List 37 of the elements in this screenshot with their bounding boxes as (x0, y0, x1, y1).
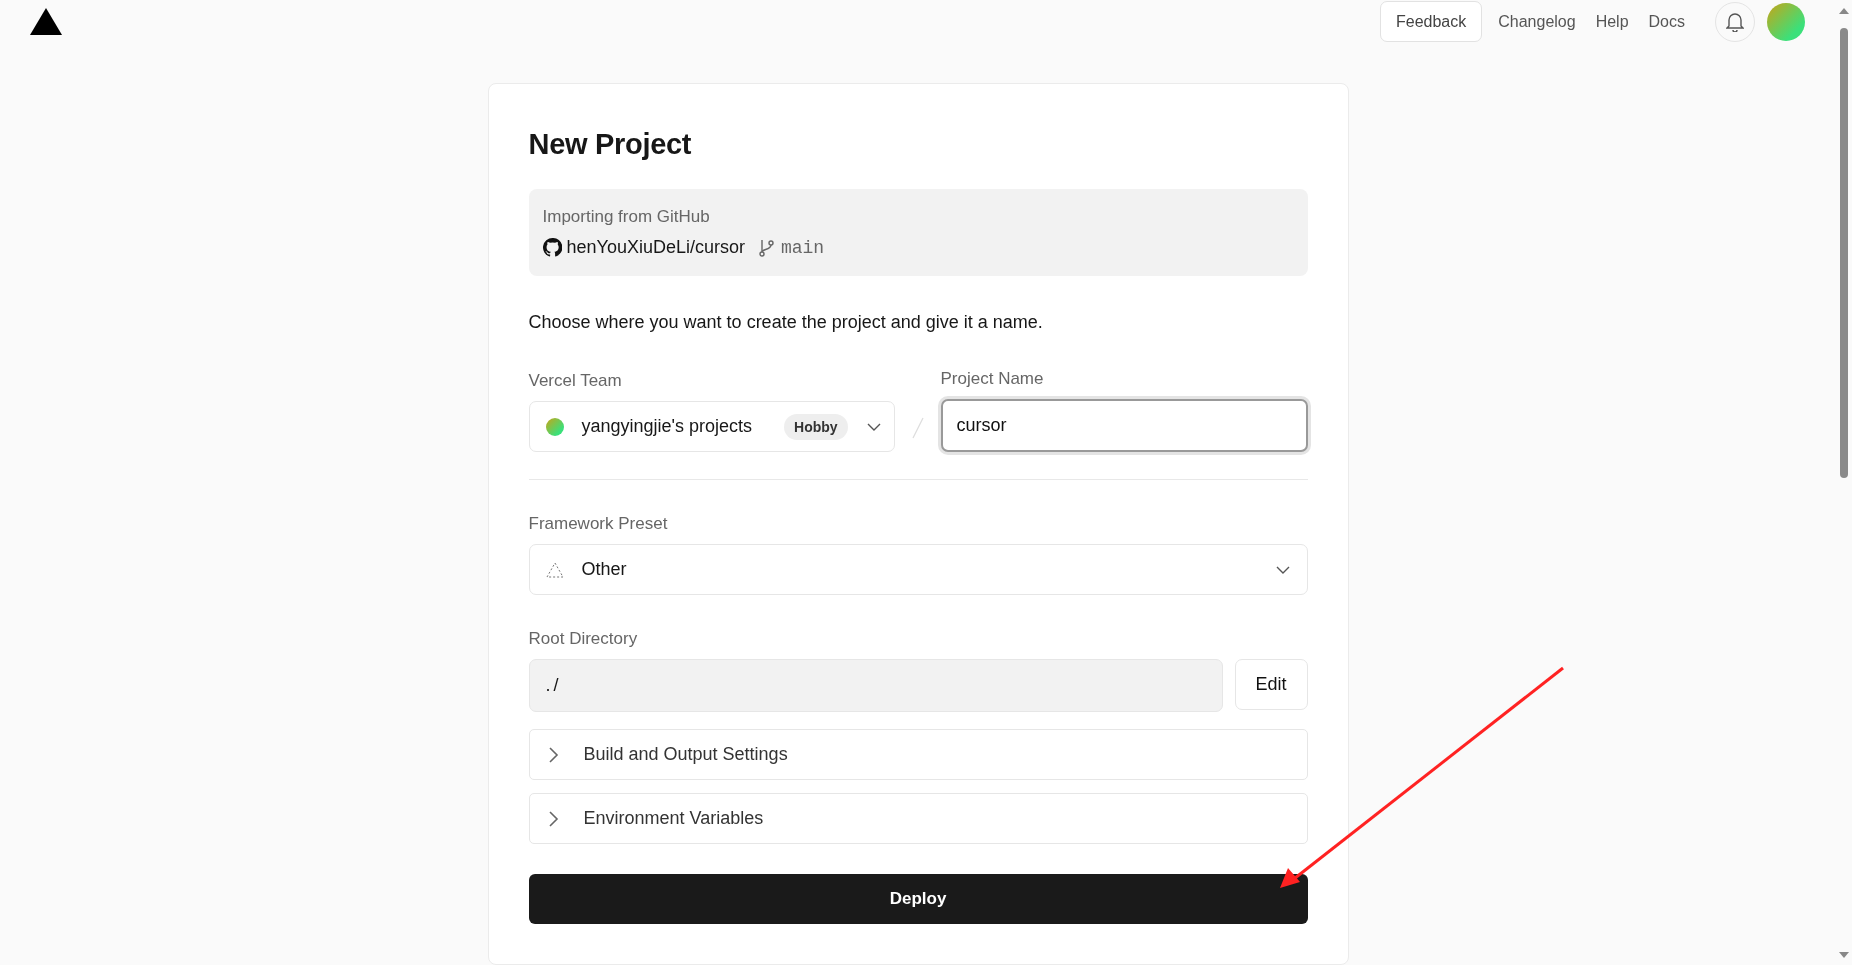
feedback-button[interactable]: Feedback (1379, 1, 1483, 42)
framework-select[interactable]: Other (528, 544, 1308, 595)
branch-name: main (780, 237, 825, 258)
page-title: New Project (528, 128, 692, 161)
notification-bell-button[interactable] (1715, 1, 1755, 42)
user-avatar[interactable] (1767, 2, 1805, 41)
field-label: Project Name (940, 369, 1045, 389)
triangle-logo-icon[interactable] (30, 8, 62, 35)
field-label: Framework Preset (528, 514, 669, 534)
section-title: Environment Variables (583, 808, 764, 829)
collapsible-section[interactable]: Environment Variables (528, 793, 1308, 844)
team-select[interactable]: yangyingjie's projects Hobby (528, 401, 895, 452)
edit-button[interactable]: Edit (1234, 659, 1308, 710)
slash-separator-icon (911, 416, 924, 439)
instruction-text: Choose where you want to create the project and give it a name. (528, 312, 1044, 333)
plan-badge: Hobby (784, 413, 848, 440)
root-directory-field: ./ (528, 659, 1223, 712)
dashed-triangle-icon (545, 561, 564, 578)
deploy-button[interactable]: Deploy (528, 874, 1308, 924)
field-label: Root Directory (528, 629, 639, 649)
team-avatar (545, 417, 564, 436)
repository-name[interactable]: henYouXiuDeLi/cursor (566, 237, 745, 258)
framework-name: Other (581, 559, 628, 580)
nav-link[interactable]: Help (1595, 12, 1629, 31)
project-name-input[interactable]: cursor (940, 399, 1308, 452)
section-title: Build and Output Settings (583, 744, 788, 765)
import-label: Importing from GitHub (542, 207, 711, 227)
nav-link[interactable]: Docs (1648, 12, 1685, 31)
chevron-icon (547, 745, 560, 764)
field-label: Vercel Team (528, 371, 623, 391)
collapsible-section[interactable]: Build and Output Settings (528, 729, 1308, 780)
git-branch-icon (758, 238, 775, 257)
github-icon (542, 238, 562, 257)
chevron-icon (547, 809, 560, 828)
nav-link[interactable]: Changelog (1498, 12, 1576, 31)
bell-icon (1726, 11, 1744, 32)
team-name: yangyingjie's projects (581, 416, 753, 437)
